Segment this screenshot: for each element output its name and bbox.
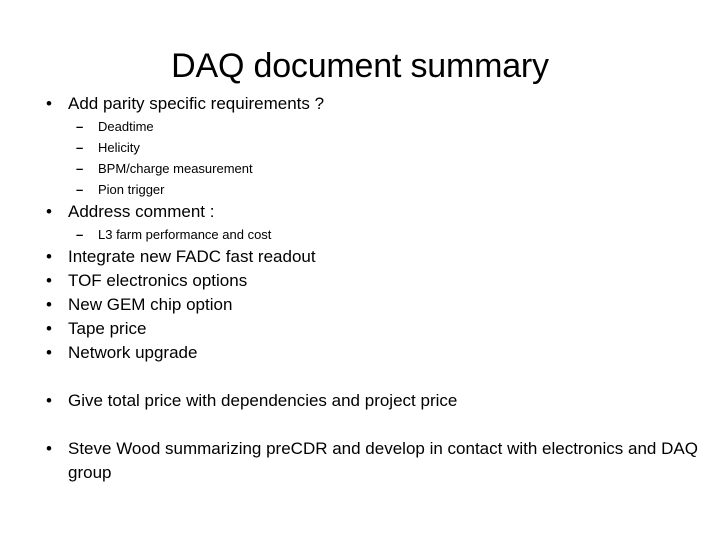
list-item-label: New GEM chip option [68, 295, 233, 314]
bullet-dash-icon: – [76, 161, 84, 176]
list-item: • Integrate new FADC fast readout [0, 245, 720, 269]
list-item: – Helicity [0, 137, 720, 158]
page-title: DAQ document summary [171, 47, 549, 85]
list-item: • New GEM chip option [0, 293, 720, 317]
bullet-dash-icon: – [76, 227, 84, 242]
list-item-label: Deadtime [98, 119, 154, 134]
list-item-label: Add parity specific requirements ? [68, 94, 325, 113]
bullet-dot-icon: • [46, 295, 52, 314]
slide-body-list: • Add parity specific requirements ? – Dead… [0, 92, 720, 485]
list-item: • Add parity specific requirements ? [0, 92, 720, 116]
list-item-label: Helicity [98, 140, 140, 155]
list-item-label: Integrate new FADC fast readout [68, 247, 316, 266]
bullet-dot-icon: • [46, 202, 52, 221]
bullet-dot-icon: • [46, 439, 52, 458]
list-item-label: Steve Wood summarizing preCDR and develo… [68, 439, 698, 482]
bullet-dot-icon: • [46, 94, 52, 113]
list-item: – Pion trigger [0, 179, 720, 200]
list-item-label: Network upgrade [68, 343, 198, 362]
bullet-dot-icon: • [46, 271, 52, 290]
bullet-dash-icon: – [76, 119, 84, 134]
list-item: • Tape price [0, 317, 720, 341]
list-item-label: Address comment : [68, 202, 215, 221]
presentation-slide: DAQ document summary • Add parity specifi… [0, 0, 720, 540]
list-item-label: Pion trigger [98, 182, 165, 197]
list-item: – BPM/charge measurement [0, 158, 720, 179]
list-item: • Network upgrade [0, 341, 720, 365]
list-item: • TOF electronics options [0, 269, 720, 293]
list-item-label: Tape price [68, 319, 147, 338]
list-item-label: BPM/charge measurement [98, 161, 253, 176]
bullet-dash-icon: – [76, 182, 84, 197]
list-item: – L3 farm performance and cost [0, 224, 720, 245]
bullet-dot-icon: • [46, 319, 52, 338]
list-item: • Steve Wood summarizing preCDR and devel… [0, 437, 720, 485]
bullet-dot-icon: • [46, 391, 52, 410]
list-item-label: L3 farm performance and cost [98, 227, 272, 242]
bullet-dot-icon: • [46, 343, 52, 362]
list-item-label: TOF electronics options [68, 271, 248, 290]
list-item: – Deadtime [0, 116, 720, 137]
bullet-dash-icon: – [76, 140, 84, 155]
list-item: • Address comment : [0, 200, 720, 224]
bullet-dot-icon: • [46, 247, 52, 266]
list-item-label: Give total price with dependencies and p… [68, 391, 458, 410]
list-item: • Give total price with dependencies and … [0, 389, 720, 413]
